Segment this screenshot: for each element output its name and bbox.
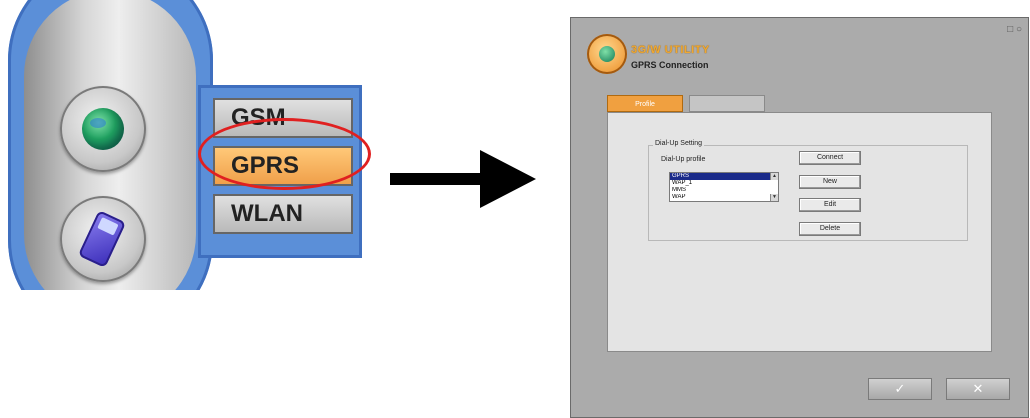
group-title: Dial-Up Setting — [653, 140, 705, 147]
list-item[interactable]: MMS — [670, 187, 778, 194]
new-button[interactable]: New — [799, 175, 861, 189]
list-item[interactable]: WAP_1 — [670, 180, 778, 187]
highlight-ring — [198, 118, 371, 190]
tab-content: Dial-Up Setting Dial-Up profile GPRS WAP… — [607, 112, 992, 352]
globe-icon — [599, 46, 615, 62]
app-logo — [587, 34, 627, 74]
right-arrow-icon — [390, 150, 536, 208]
network-globe-button[interactable] — [60, 86, 146, 172]
gprs-window: □ ○ 3G/W UTILITY GPRS Connection Profile… — [570, 17, 1029, 418]
connect-button[interactable]: Connect — [799, 151, 861, 165]
scroll-up-icon[interactable]: ▲ — [770, 173, 778, 180]
tab-profile[interactable]: Profile — [607, 95, 683, 112]
tab-second[interactable] — [689, 95, 765, 112]
menu-item-wlan[interactable]: WLAN — [213, 194, 353, 234]
app-title: 3G/W UTILITY — [631, 44, 710, 56]
list-item[interactable]: WAP — [670, 194, 778, 201]
edit-button[interactable]: Edit — [799, 198, 861, 212]
phone-icon — [77, 210, 127, 268]
globe-icon — [82, 108, 124, 150]
delete-button[interactable]: Delete — [799, 222, 861, 236]
ok-button[interactable]: ✓ — [868, 378, 932, 400]
window-controls[interactable]: □ ○ — [1007, 24, 1022, 35]
list-item[interactable]: GPRS — [670, 173, 778, 180]
profile-list-label: Dial-Up profile — [661, 156, 706, 163]
window-subtitle: GPRS Connection — [631, 60, 709, 70]
phone-button[interactable] — [60, 196, 146, 282]
dialup-setting-group: Dial-Up Setting Dial-Up profile GPRS WAP… — [648, 140, 968, 241]
scroll-down-icon[interactable]: ▼ — [770, 194, 778, 201]
profile-listbox[interactable]: GPRS WAP_1 MMS WAP ▲ ▼ — [669, 172, 779, 202]
cancel-button[interactable]: ✕ — [946, 378, 1010, 400]
